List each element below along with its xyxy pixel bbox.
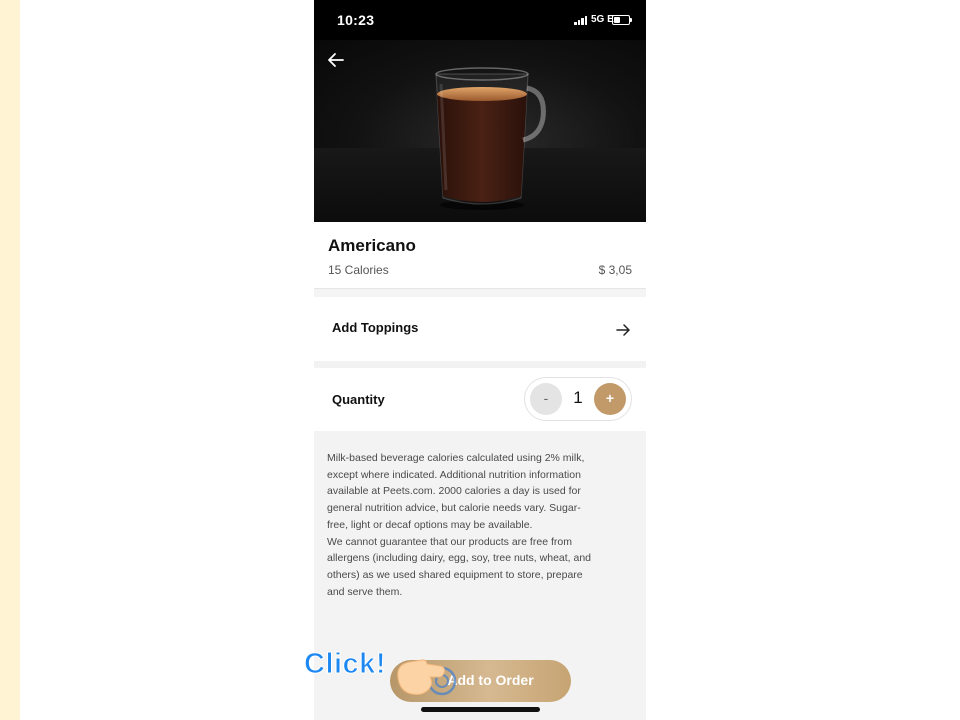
increase-quantity-button[interactable]: + [594, 383, 626, 415]
quantity-stepper: - 1 + [524, 377, 632, 421]
product-calories: 15 Calories [328, 263, 389, 277]
product-price: $ 3,05 [598, 263, 632, 277]
click-annotation: Click! [304, 648, 386, 681]
product-header: Americano 15 Calories $ 3,05 [314, 222, 646, 289]
add-toppings-label: Add Toppings [332, 320, 419, 335]
status-time: 10:23 [337, 12, 375, 28]
divider [314, 289, 646, 297]
network-type: 5G E [591, 14, 614, 25]
decrease-quantity-button[interactable]: - [530, 383, 562, 415]
status-bar: 10:23 5G E [314, 0, 646, 40]
arrow-right-icon[interactable] [614, 321, 632, 339]
battery-icon [612, 15, 632, 25]
left-margin-strip [0, 0, 20, 720]
quantity-row: Quantity - 1 + [314, 368, 646, 431]
quantity-value: 1 [573, 388, 583, 407]
disclaimer-text: Milk-based beverage calories calculated … [327, 452, 592, 598]
signal-icon [574, 15, 590, 25]
product-image [314, 40, 646, 222]
hand-pointer-icon [392, 654, 462, 700]
product-name: Americano [328, 236, 416, 255]
home-indicator [421, 707, 540, 712]
quantity-label: Quantity [332, 392, 385, 407]
back-arrow-icon[interactable] [324, 48, 348, 72]
add-toppings-row[interactable]: Add Toppings [314, 297, 646, 361]
divider [314, 361, 646, 368]
phone-screen: 10:23 5G E Americano 15 Calories $ 3,05 … [314, 0, 646, 720]
